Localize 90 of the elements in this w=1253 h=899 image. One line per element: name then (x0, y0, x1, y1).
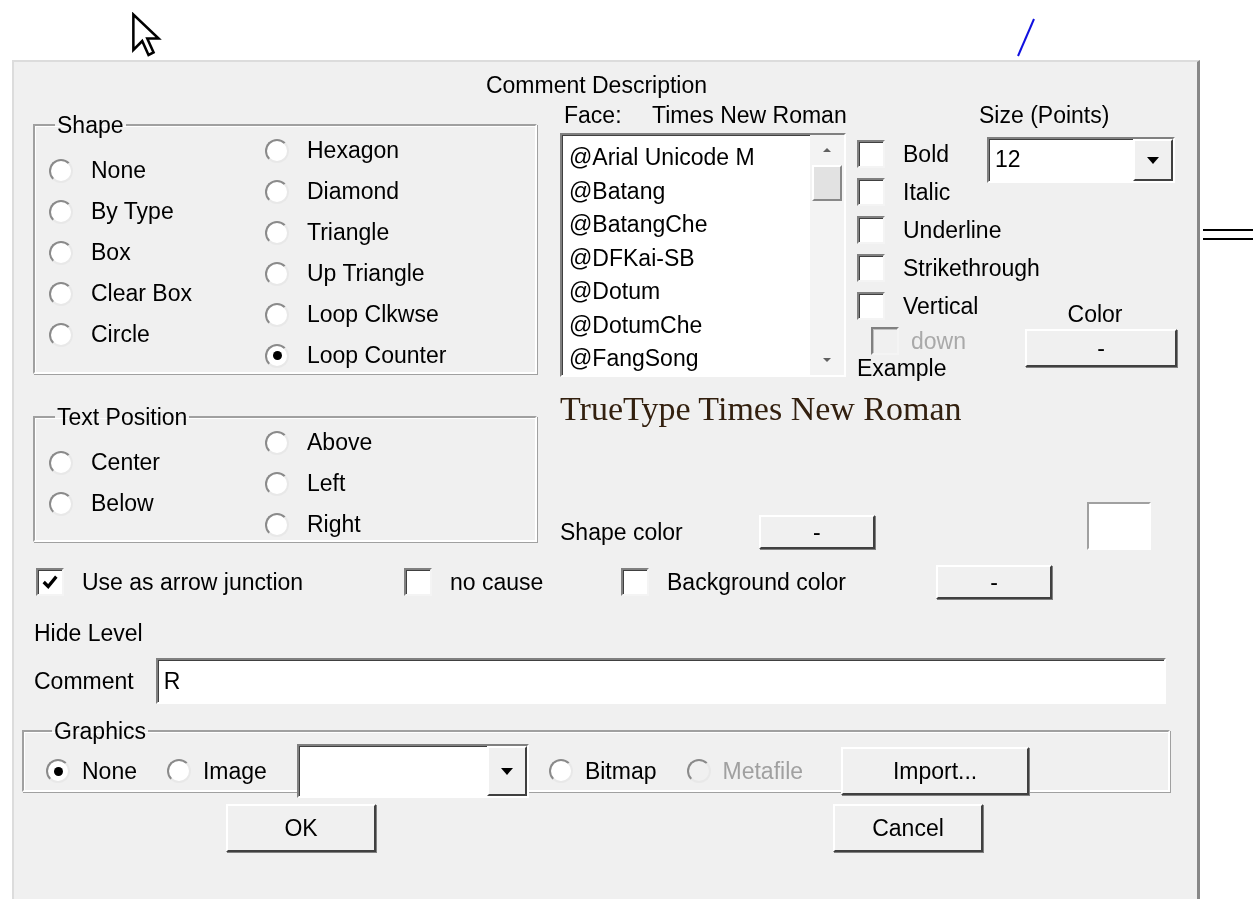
radio-button-icon[interactable] (265, 512, 289, 537)
radio-button-icon[interactable] (49, 199, 73, 224)
radio-button-icon[interactable] (46, 759, 70, 783)
shape-color-button[interactable]: - (758, 515, 875, 549)
radio-option[interactable]: Left (265, 463, 481, 504)
dropdown-arrow-icon[interactable] (1145, 155, 1161, 165)
radio-option[interactable]: Right (265, 504, 481, 545)
radio-button-icon[interactable] (265, 471, 289, 496)
list-item[interactable]: @DFKai-SB (569, 241, 810, 275)
radio-button-icon[interactable] (49, 450, 73, 475)
color-button[interactable]: - (1025, 329, 1177, 367)
list-item[interactable]: @DotumChe (569, 308, 810, 342)
example-label: Example (857, 355, 948, 382)
shape-color-label: Shape color (560, 518, 683, 546)
radio-option[interactable]: Loop Clkwse (265, 294, 481, 335)
radio-button-icon[interactable] (49, 281, 73, 306)
import-button[interactable]: Import... (841, 747, 1030, 795)
font-list[interactable]: @Arial Unicode M @Batang @BatangChe @DFKai-SB @Dotum @DotumChe @FangSong (560, 133, 846, 377)
checkbox-icon[interactable] (621, 568, 649, 596)
checkbox-icon[interactable] (404, 568, 432, 596)
radio-button-icon[interactable] (548, 759, 573, 783)
color-swatch (1086, 502, 1151, 550)
size-dropdown[interactable]: 12 (987, 137, 1175, 183)
checkbox-icon[interactable] (36, 568, 64, 596)
radio-option[interactable]: Clear Box (49, 273, 265, 314)
radio-button-icon[interactable] (49, 240, 73, 265)
radio-button-icon[interactable] (265, 302, 289, 327)
radio-option[interactable]: Hexagon (265, 130, 481, 171)
checkbox-option[interactable]: Background color (621, 563, 846, 601)
image-dropdown[interactable] (296, 744, 529, 798)
checkbox-icon[interactable] (857, 292, 885, 320)
checkbox-icon[interactable] (857, 178, 885, 206)
radio-option[interactable]: None (46, 750, 137, 792)
radio-button-icon[interactable] (265, 261, 289, 286)
radio-button-icon[interactable] (167, 759, 191, 783)
checkmark-icon (41, 573, 59, 591)
list-item[interactable]: @BatangChe (569, 208, 810, 242)
checkbox-option[interactable]: Underline (857, 211, 1062, 249)
checkbox-option[interactable]: Strikethrough (857, 249, 1062, 287)
scrollbar[interactable] (810, 135, 844, 375)
radio-button-icon[interactable] (265, 430, 289, 455)
radio-option[interactable]: Image (167, 750, 267, 792)
checkbox-icon[interactable] (857, 140, 885, 168)
radio-button-icon[interactable] (265, 138, 289, 163)
dropdown-arrow-icon[interactable] (498, 766, 515, 776)
comment-field[interactable]: R (155, 658, 1166, 704)
comment-label: Comment (34, 667, 134, 695)
radio-button-icon[interactable] (265, 343, 289, 368)
radio-button-icon[interactable] (49, 491, 73, 516)
group-label: Shape (56, 112, 125, 138)
radio-option[interactable]: By Type (49, 191, 265, 232)
checkbox-option[interactable]: Vertical (857, 287, 1062, 325)
radio-button-icon[interactable] (49, 158, 73, 183)
checkbox-icon[interactable] (857, 254, 885, 282)
face-label: Face: (564, 101, 623, 129)
radio-option[interactable]: Center (49, 442, 265, 483)
checkbox-icon[interactable] (857, 216, 885, 244)
face-name: Times New Roman (652, 101, 848, 129)
checkbox-option[interactable]: Use as arrow junction (36, 563, 304, 601)
checkbox-option[interactable]: no cause (404, 563, 544, 601)
background-color-button[interactable]: - (936, 565, 1052, 599)
radio-option[interactable]: None (49, 150, 265, 191)
dialog-button[interactable]: Cancel (833, 804, 983, 852)
group-label: Text Position (56, 404, 189, 430)
connector-line (1203, 228, 1253, 242)
list-item[interactable]: @Dotum (569, 275, 810, 309)
hide-level-label: Hide Level (34, 620, 144, 648)
radio-button-icon[interactable] (265, 179, 289, 204)
radio-option[interactable]: Below (49, 483, 265, 524)
dialog-button[interactable]: OK (226, 804, 376, 852)
connector-line (1016, 18, 1036, 58)
radio-option[interactable]: Bitmap (548, 750, 657, 792)
radio-option[interactable]: Diamond (265, 171, 481, 212)
radio-option[interactable]: Up Triangle (265, 253, 481, 294)
group-label: Graphics (53, 718, 148, 744)
color-label: Color (1066, 301, 1124, 329)
scroll-thumb[interactable] (812, 165, 842, 201)
list-item[interactable]: @FangSong (569, 342, 810, 375)
radio-option[interactable]: Triangle (265, 212, 481, 253)
radio-option[interactable]: Above (265, 422, 481, 463)
radio-button-icon[interactable] (49, 322, 73, 347)
radio-button-icon[interactable] (265, 220, 289, 245)
radio-option[interactable]: Box (49, 232, 265, 273)
radio-option[interactable]: Circle (49, 314, 265, 355)
list-item[interactable]: @Batang (569, 174, 810, 208)
list-item[interactable]: @Arial Unicode M (569, 141, 810, 175)
size-label: Size (Points) (979, 101, 1110, 129)
dialog-title: Comment Description (484, 72, 709, 100)
radio-option[interactable]: Loop Counter (265, 335, 481, 376)
font-sample-text: TrueType Times New Roman (560, 390, 963, 428)
